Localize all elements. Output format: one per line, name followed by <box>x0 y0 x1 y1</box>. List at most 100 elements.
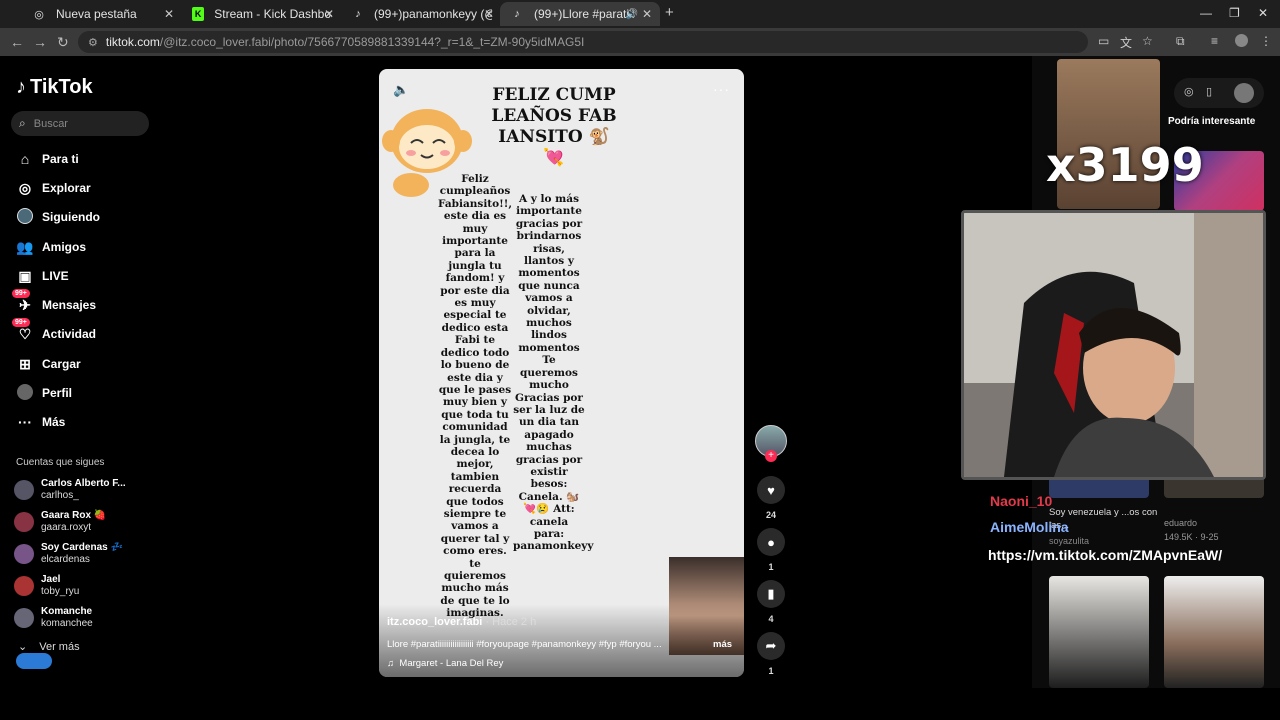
sidebar-item-actividad[interactable]: ♡ 99+ Actividad <box>12 317 96 344</box>
avatar <box>14 544 34 564</box>
profile-avatar-icon[interactable] <box>1235 34 1248 47</box>
account-username: komanchee <box>41 618 93 629</box>
bookmark-star-icon[interactable]: ☆ <box>1142 34 1153 48</box>
share-button[interactable]: ➦ <box>757 632 785 660</box>
address-bar: ← → ↻ ⚙ tiktok.com /@itz.coco_lover.fabi… <box>0 28 1280 56</box>
save-button[interactable]: ▮ <box>757 580 785 608</box>
extensions-icon[interactable]: ⧉ <box>1176 34 1185 49</box>
sidebar-item-label: LIVE <box>42 269 69 283</box>
account-name: Komanche <box>41 606 93 617</box>
suggested-video-thumbnail[interactable] <box>1164 576 1264 688</box>
account-username: gaara.roxyt <box>41 522 92 533</box>
minimize-icon[interactable]: — <box>1200 6 1212 20</box>
tab-kick-dashboard[interactable]: K Stream - Kick Dashboard ✕ <box>182 2 342 26</box>
suggested-video-thumbnail[interactable] <box>1049 576 1149 688</box>
floating-widget-icon[interactable] <box>16 653 52 669</box>
suggested-video-user[interactable]: eduardo <box>1164 518 1197 528</box>
avatar <box>14 480 34 500</box>
search-input[interactable]: ⌕ Buscar <box>11 111 149 136</box>
more-options-icon[interactable]: ··· <box>713 81 730 97</box>
menu-dots-icon[interactable]: ⋮ <box>1260 34 1272 48</box>
tab-title: (99+)Llore #paratiiiiiiiiiiiii <box>534 7 634 21</box>
tiktok-note-icon: ♪ <box>16 76 26 98</box>
webcam-overlay <box>961 210 1266 480</box>
compass-icon: ◎ <box>18 179 32 196</box>
bookmark-icon: ▮ <box>767 586 775 601</box>
close-icon[interactable]: ✕ <box>324 7 334 21</box>
device-icon[interactable]: ▯ <box>1206 85 1212 98</box>
author-username[interactable]: itz.coco_lover.fabi <box>387 616 482 628</box>
photo-post[interactable]: 🔈 ··· FELIZ CUMPLEAÑOS FABIANSITO 🐒💘 Fel… <box>379 69 744 677</box>
post-author[interactable]: itz.coco_lover.fabi · Hace 2 h <box>387 616 536 628</box>
cast-icon[interactable]: ▭ <box>1098 34 1109 48</box>
reload-icon[interactable]: ↻ <box>57 34 69 51</box>
heart-icon: ♥ <box>767 482 775 498</box>
tab-current-post[interactable]: ♪ (99+)Llore #paratiiiiiiiiiiiii 🔊 ✕ <box>500 2 660 26</box>
following-section-title: Cuentas que sigues <box>16 457 105 468</box>
sidebar-item-siguiendo[interactable]: Siguiendo <box>16 207 100 227</box>
window-close-icon[interactable]: ✕ <box>1258 6 1268 20</box>
sidebar-item-explorar[interactable]: ◎ Explorar <box>16 178 91 198</box>
post-music[interactable]: ♫ Margaret - Lana Del Rey <box>387 658 503 669</box>
tiktok-logo[interactable]: ♪ TikTok <box>16 76 93 99</box>
maximize-icon[interactable]: ❐ <box>1229 6 1240 20</box>
sidebar-item-mas[interactable]: ··· Más <box>16 412 65 432</box>
post-time-ago: · Hace 2 h <box>485 616 537 628</box>
close-icon[interactable]: ✕ <box>484 7 494 21</box>
theme-toggle[interactable]: ◎ ▯ <box>1174 78 1264 108</box>
comment-button[interactable]: ● <box>757 528 785 556</box>
media-control-icon[interactable]: ≡ <box>1211 34 1218 48</box>
follow-plus-icon[interactable]: + <box>765 450 777 462</box>
post-body-right-column: A y lo más importante gracias por brinda… <box>513 193 594 553</box>
translate-icon[interactable]: 文 <box>1120 34 1132 51</box>
sidebar-item-amigos[interactable]: 👥 Amigos <box>16 237 86 257</box>
tab-title: (99+)panamonkeyy (@panamo <box>374 7 492 21</box>
tiktok-sidebar: ♪ TikTok ⌕ Buscar ⌂ Para ti ◎ Explorar S… <box>0 56 160 720</box>
followed-account[interactable]: Jael toby_ryu <box>14 574 79 598</box>
sidebar-item-live[interactable]: ▣ LIVE <box>16 266 69 286</box>
activity-icon: ♡ 99+ <box>12 317 34 343</box>
back-icon[interactable]: ← <box>10 34 24 50</box>
new-tab-plus-icon[interactable]: + <box>665 4 674 21</box>
chat-username: AimeMolina <box>990 519 1069 535</box>
tab-title: Nueva pestaña <box>56 7 137 21</box>
url-host: tiktok.com <box>105 35 160 49</box>
post-title-text: FELIZ CUMPLEAÑOS FABIANSITO 🐒💘 <box>491 85 617 168</box>
live-icon: ▣ <box>18 267 32 284</box>
followed-account[interactable]: Soy Cardenas 💤 elcardenas <box>14 542 123 566</box>
site-info-icon[interactable]: ⚙ <box>88 36 98 49</box>
volume-icon[interactable]: 🔈 <box>393 82 409 98</box>
like-button[interactable]: ♥ <box>757 476 785 504</box>
see-more-button[interactable]: ⌄ Ver más <box>18 640 80 654</box>
sidebar-item-para-ti[interactable]: ⌂ Para ti <box>16 149 79 169</box>
compass-icon[interactable]: ◎ <box>1184 85 1194 98</box>
see-more-label: Ver más <box>39 640 80 653</box>
tab-new-tab[interactable]: ◎ Nueva pestaña ✕ <box>22 2 182 26</box>
sidebar-item-label: Explorar <box>42 181 91 195</box>
kick-icon: K <box>192 7 205 21</box>
user-avatar[interactable] <box>1234 83 1254 103</box>
sidebar-item-cargar[interactable]: ⊞ Cargar <box>16 354 81 374</box>
avatar <box>14 608 34 628</box>
suggested-video-stats: 149.5K · 9-25 <box>1164 532 1219 542</box>
tiktok-icon: ♪ <box>355 8 361 20</box>
sidebar-item-label: Siguiendo <box>42 210 100 224</box>
followed-account[interactable]: Komanche komanchee <box>14 606 93 630</box>
forward-icon[interactable]: → <box>33 34 47 50</box>
caption-more-button[interactable]: más <box>713 639 732 650</box>
sidebar-item-mensajes[interactable]: ✈ 99+ Mensajes <box>12 288 97 315</box>
speaker-icon[interactable]: 🔊 <box>626 9 638 20</box>
account-username: carlhos_ <box>41 490 79 501</box>
logo-text: TikTok <box>30 76 93 98</box>
url-field[interactable]: ⚙ tiktok.com /@itz.coco_lover.fabi/photo… <box>78 31 1088 53</box>
sidebar-item-label: Mensajes <box>42 298 97 312</box>
followed-account[interactable]: Carlos Alberto F... carlhos_ <box>14 478 126 502</box>
followed-account[interactable]: Gaara Rox 🍓 gaara.roxyt <box>14 510 106 534</box>
post-caption[interactable]: Llore #paratiiiiiiiiiiiiiiiii #foryoupag… <box>387 639 687 650</box>
sidebar-item-perfil[interactable]: Perfil <box>16 383 72 403</box>
tab-panamonkeyy[interactable]: ♪ (99+)panamonkeyy (@panamo ✕ <box>342 2 502 26</box>
close-icon[interactable]: ✕ <box>642 7 652 21</box>
close-icon[interactable]: ✕ <box>164 7 174 21</box>
gift-counter-overlay: x3199 <box>1046 138 1204 192</box>
save-count: 4 <box>768 614 774 624</box>
